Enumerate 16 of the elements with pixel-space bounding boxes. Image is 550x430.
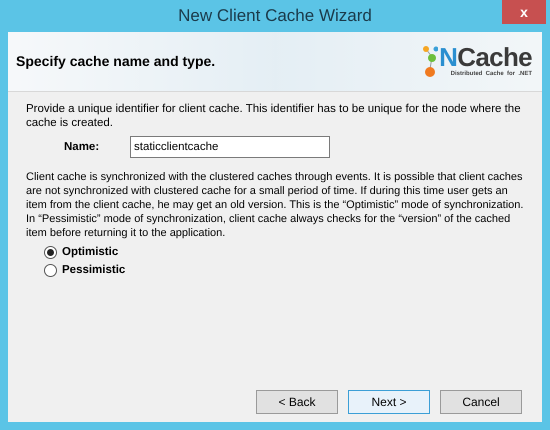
- sync-description: Client cache is synchronized with the clustered caches through events. It is possible that client caches are not synchronized with clustered cache for a small period of time. If during this time user gets an item from the client cache, he may get an old version. This is the “Optimistic” mode of synchronization. In “Pessimistic” mode of synchronization, client cache always checks for the “version” of the cached item before returning it to the application.: [26, 170, 524, 240]
- name-field[interactable]: staticclientcache: [130, 136, 330, 158]
- wizard-button[interactable]: Cancel: [440, 390, 522, 414]
- radio-label: Pessimistic: [62, 263, 126, 277]
- molecule-logo-icon: [422, 45, 438, 79]
- window-title: New Client Cache Wizard: [178, 5, 372, 28]
- wizard-button[interactable]: < Back: [256, 390, 338, 414]
- close-button[interactable]: x: [502, 0, 546, 24]
- radio-label: Optimistic: [62, 245, 118, 259]
- name-label: Name:: [64, 140, 100, 154]
- wizard-button[interactable]: Next >: [348, 390, 430, 414]
- page-heading: Specify cache name and type.: [16, 52, 216, 71]
- logo-wordmark: NCache: [439, 44, 532, 70]
- radio-button[interactable]: [44, 264, 57, 276]
- radio-button[interactable]: [44, 246, 57, 258]
- intro-text: Provide a unique identifier for client cache. This identifier has to be unique for the node where the cache is created.: [26, 102, 522, 130]
